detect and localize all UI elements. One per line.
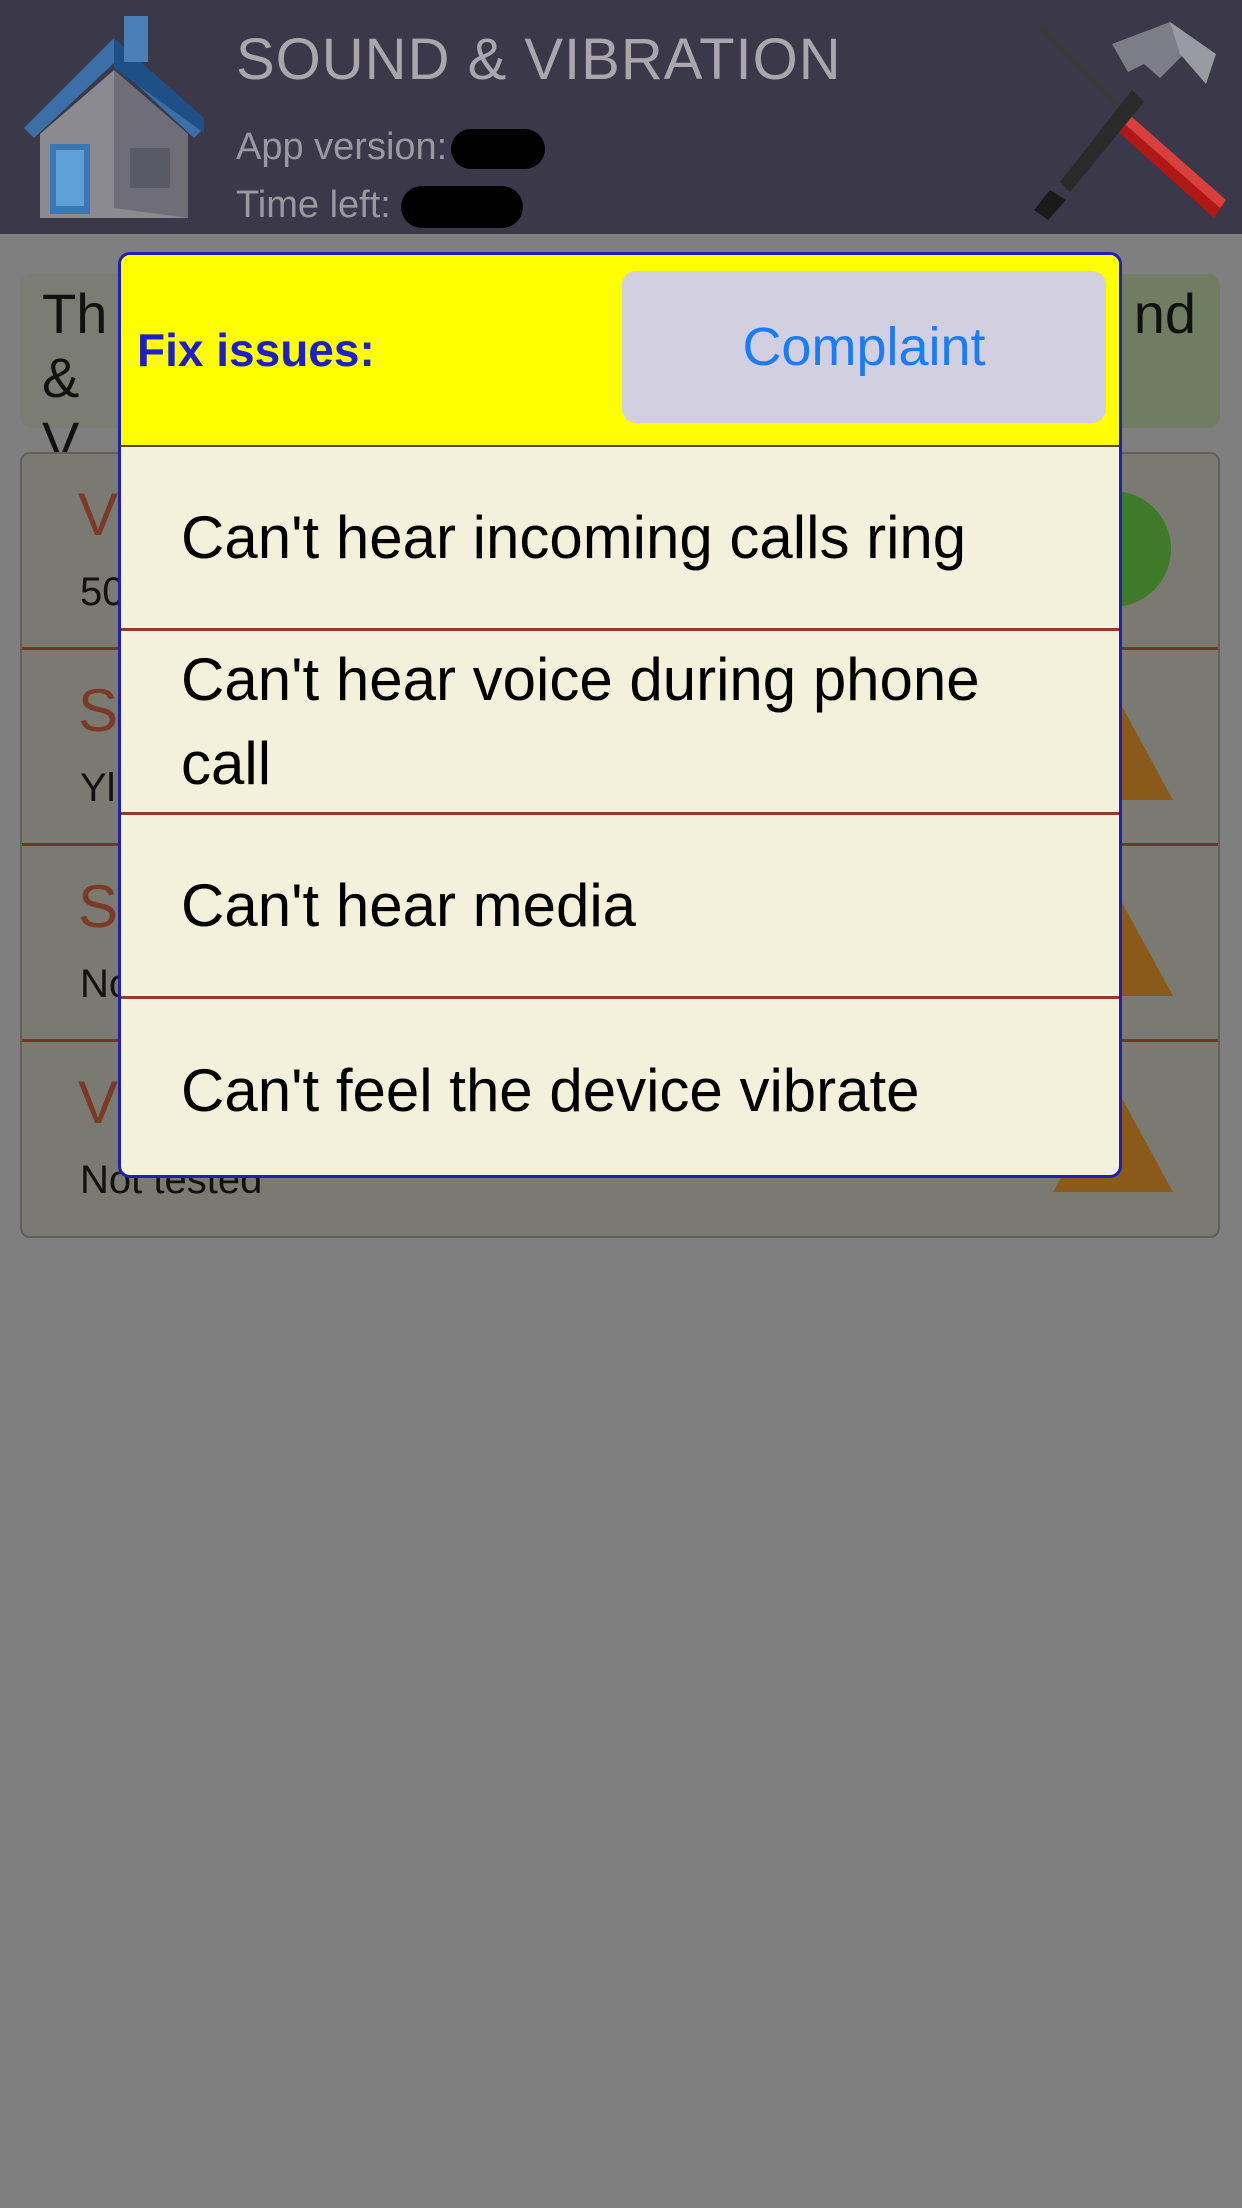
issue-label: Can't hear incoming calls ring xyxy=(181,503,967,571)
issue-media[interactable]: Can't hear media xyxy=(121,815,1119,999)
redacted-time xyxy=(400,185,523,228)
issue-voice-during-call[interactable]: Can't hear voice during phone call xyxy=(121,631,1119,815)
issue-label: Can't hear media xyxy=(181,871,637,939)
test-row-title: V xyxy=(78,481,119,548)
issue-incoming-calls[interactable]: Can't hear incoming calls ring xyxy=(121,447,1119,631)
redacted-version xyxy=(451,128,546,169)
house-icon[interactable] xyxy=(4,8,224,228)
test-row-title: S xyxy=(78,677,119,744)
test-row-status: Yl xyxy=(80,766,116,810)
issue-vibrate[interactable]: Can't feel the device vibrate xyxy=(121,999,1119,1175)
test-row-title: S xyxy=(78,873,119,940)
dialog-title: Fix issues: xyxy=(137,324,375,376)
complaint-button[interactable]: Complaint xyxy=(622,271,1106,423)
app-version-line: App version: xyxy=(236,126,546,169)
issue-label: Can't hear voice during phone call xyxy=(181,645,980,797)
app-header: SOUND & VIBRATION App version: Time left… xyxy=(0,0,1242,234)
test-row-title: V xyxy=(78,1069,119,1136)
fix-issues-dialog: Fix issues: Complaint Can't hear incomin… xyxy=(118,252,1122,1178)
issue-label: Can't feel the device vibrate xyxy=(181,1057,920,1124)
app-version-label: App version: xyxy=(236,126,448,168)
hammer-screwdriver-icon[interactable] xyxy=(1020,14,1236,230)
time-left-label: Time left: xyxy=(236,184,391,226)
app-title: SOUND & VIBRATION xyxy=(236,27,842,92)
time-left-line: Time left: xyxy=(236,184,523,228)
banner-text-right: nd xyxy=(1133,282,1196,345)
dialog-header: Fix issues: Complaint xyxy=(121,255,1119,447)
